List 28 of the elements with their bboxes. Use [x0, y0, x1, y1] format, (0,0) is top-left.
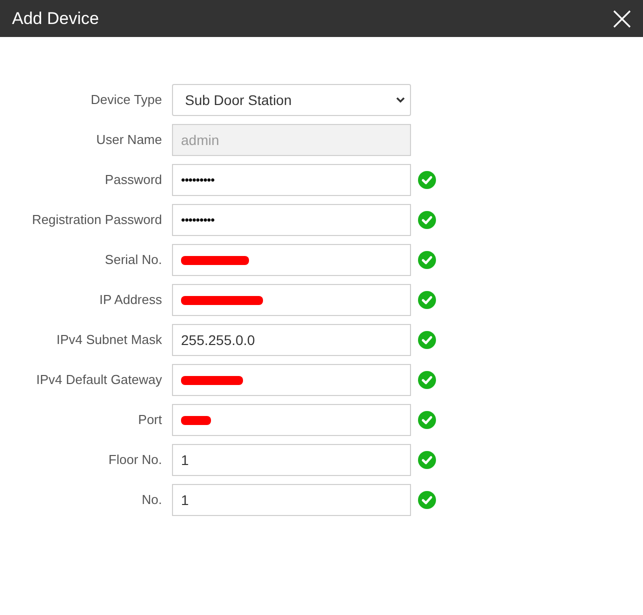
field-label: IPv4 Subnet Mask — [56, 331, 162, 350]
close-icon — [613, 10, 631, 28]
redaction-mark — [181, 376, 243, 384]
field-label: IP Address — [99, 291, 162, 310]
input-field[interactable] — [172, 244, 411, 276]
field-label: Password — [104, 171, 162, 190]
input-field[interactable] — [172, 404, 411, 436]
field-label: Serial No. — [104, 251, 162, 270]
field-label: IPv4 Default Gateway — [36, 371, 162, 390]
field-label: Device Type — [90, 91, 162, 110]
field-label: Port — [138, 411, 162, 430]
field-label: No. — [142, 491, 162, 510]
field-label: User Name — [96, 131, 162, 150]
password-field[interactable]: ••••••••• — [172, 204, 411, 236]
input-field[interactable]: 1 — [172, 484, 411, 516]
password-field[interactable]: ••••••••• — [172, 164, 411, 196]
chevron-down-icon — [396, 97, 405, 103]
field-label: Floor No. — [108, 451, 162, 470]
input-field[interactable]: 1 — [172, 444, 411, 476]
window-title: Add Device — [12, 8, 99, 30]
device-type-select[interactable]: Sub Door Station — [172, 84, 411, 116]
redaction-mark — [181, 416, 211, 424]
input-field[interactable] — [172, 284, 411, 316]
field-label: Registration Password — [32, 211, 162, 230]
input-field[interactable]: 255.255.0.0 — [172, 324, 411, 356]
close-button[interactable] — [612, 8, 632, 28]
input-field[interactable] — [172, 364, 411, 396]
redaction-mark — [181, 256, 249, 264]
